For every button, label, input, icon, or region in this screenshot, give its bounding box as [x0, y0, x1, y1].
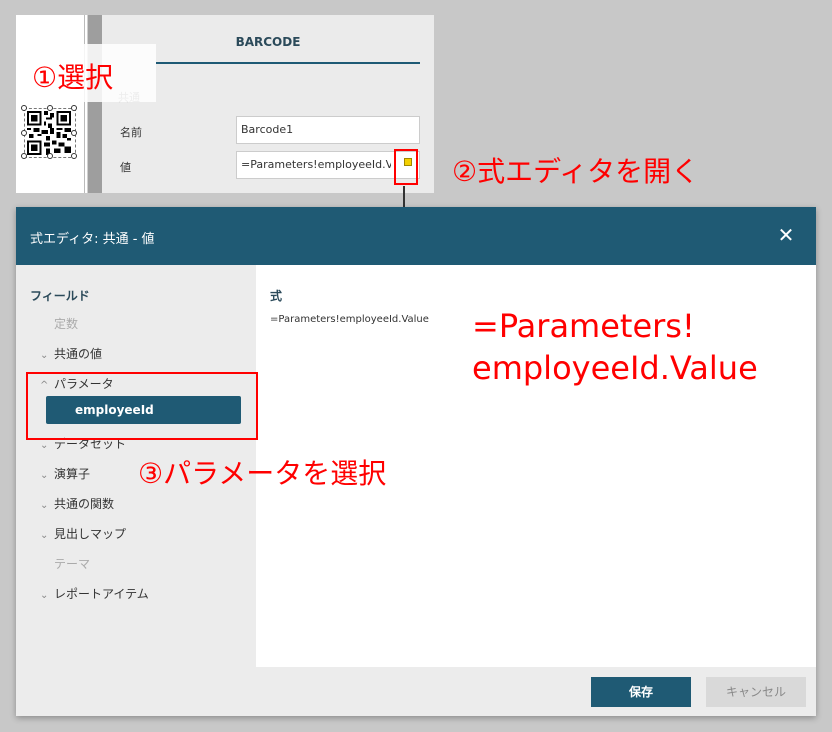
chevron-down-icon: ⌄ — [40, 350, 49, 361]
resize-handle[interactable] — [21, 153, 27, 159]
properties-panel: BARCODE 共通 名前 Barcode1 値 =Parameters!emp… — [102, 15, 434, 193]
barcode-element[interactable] — [21, 105, 77, 159]
resize-handle[interactable] — [71, 130, 77, 136]
value-field[interactable]: =Parameters!employeeId.Va — [236, 151, 420, 179]
report-designer-area: BARCODE 共通 名前 Barcode1 値 =Parameters!emp… — [16, 15, 434, 193]
highlight-expression-button — [394, 149, 418, 185]
chevron-down-icon: ⌄ — [40, 530, 49, 541]
annotation-expression-line1: =Parameters! — [472, 307, 695, 345]
tab-active-underline — [156, 62, 420, 64]
value-label: 値 — [120, 161, 131, 174]
name-label: 名前 — [120, 126, 142, 139]
name-field[interactable]: Barcode1 — [236, 116, 420, 144]
tree-item-common-functions[interactable]: ⌄ 共通の関数 — [40, 495, 114, 512]
annotation-expression-line2: employeeId.Value — [472, 349, 758, 387]
chevron-down-icon: ⌄ — [40, 590, 49, 601]
tree-item-common-values[interactable]: ⌄ 共通の値 — [40, 345, 102, 362]
resize-handle[interactable] — [21, 105, 27, 111]
annotation-step3: ③パラメータを選択 — [138, 457, 387, 490]
resize-handle[interactable] — [21, 130, 27, 136]
tree-item-theme[interactable]: テーマ — [40, 555, 90, 572]
design-guide-line — [84, 15, 85, 193]
cancel-button[interactable]: キャンセル — [706, 677, 806, 707]
tree-item-heading-map[interactable]: ⌄ 見出しマップ — [40, 525, 126, 542]
resize-handle[interactable] — [71, 105, 77, 111]
resize-handle[interactable] — [47, 105, 53, 111]
panel-splitter[interactable] — [88, 15, 102, 193]
tree-item-operators[interactable]: ⌄ 演算子 — [40, 465, 90, 482]
design-surface[interactable] — [16, 15, 88, 193]
close-icon[interactable]: ✕ — [774, 223, 798, 247]
tree-item-constants[interactable]: 定数 — [40, 315, 78, 332]
resize-handle[interactable] — [47, 153, 53, 159]
expression-heading: 式 — [270, 289, 283, 303]
dialog-footer: 保存 キャンセル — [16, 667, 816, 716]
dialog-title: 式エディタ: 共通 - 値 — [30, 232, 155, 247]
annotation-step2: ②式エディタを開く — [452, 155, 700, 188]
chevron-down-icon: ⌄ — [40, 470, 49, 481]
chevron-down-icon: ⌄ — [40, 500, 49, 511]
expression-text[interactable]: =Parameters!employeeId.Value — [270, 314, 429, 325]
expression-editor-dialog: 式エディタ: 共通 - 値 ✕ フィールド 定数 ⌄ 共通の値 ^ パラメータ em… — [16, 207, 816, 716]
dialog-header: 式エディタ: 共通 - 値 ✕ — [16, 207, 816, 265]
sidebar-heading: フィールド — [30, 289, 90, 303]
save-button[interactable]: 保存 — [591, 677, 691, 707]
chevron-down-icon: ⌄ — [40, 440, 49, 451]
annotation-expression: =Parameters! employeeId.Value — [472, 305, 758, 389]
qr-code-icon — [27, 111, 71, 155]
resize-handle[interactable] — [71, 153, 77, 159]
annotation-step1: ①選択 — [32, 61, 114, 94]
highlight-parameter-selection — [26, 372, 258, 440]
tree-item-report-items[interactable]: ⌄ レポートアイテム — [40, 585, 149, 602]
